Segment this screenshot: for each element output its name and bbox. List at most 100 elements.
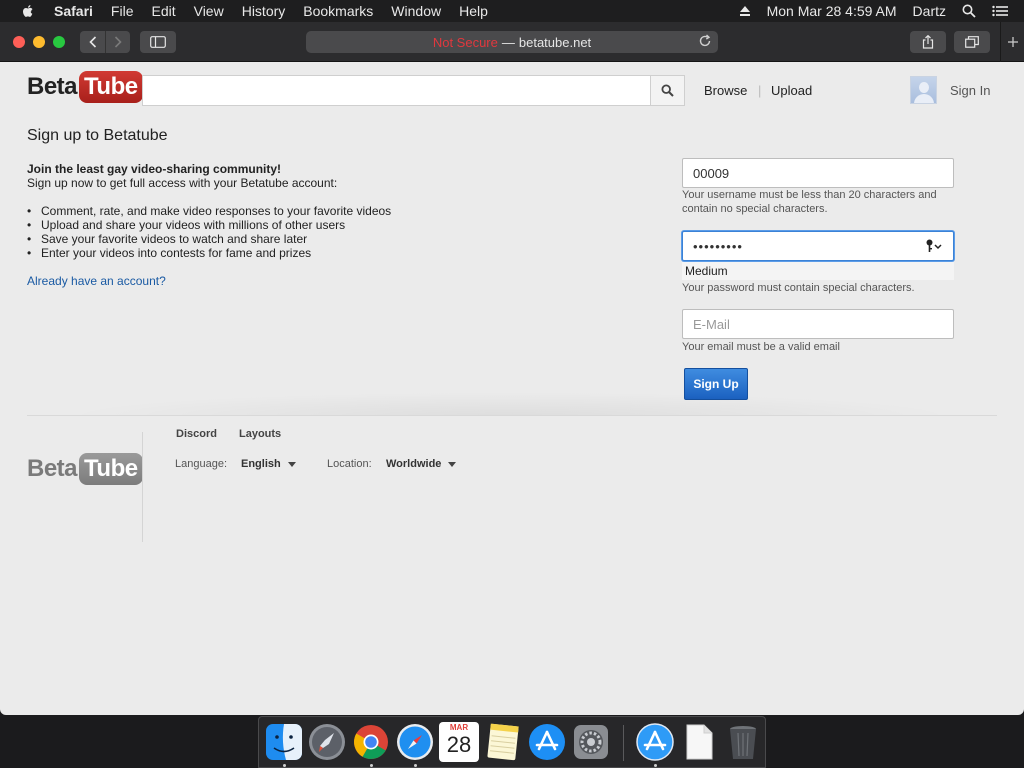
running-indicator — [654, 764, 657, 767]
forward-button[interactable] — [105, 31, 130, 53]
fullscreen-window-button[interactable] — [53, 36, 65, 48]
app-store-icon[interactable] — [527, 722, 567, 762]
menu-history[interactable]: History — [242, 0, 286, 22]
password-strength-indicator: Medium — [682, 262, 954, 280]
logo-beta-text: Beta — [27, 73, 78, 100]
menubar-user[interactable]: Dartz — [913, 3, 946, 19]
list-item: Save your favorite videos to watch and s… — [27, 232, 391, 246]
username-hint: Your username must be less than 20 chara… — [682, 189, 937, 215]
logo-tube-text: Tube — [79, 71, 143, 103]
browse-link[interactable]: Browse — [704, 83, 747, 98]
tab-overview-icon — [965, 36, 979, 48]
document-icon[interactable] — [679, 722, 719, 762]
not-secure-label: Not Secure — [432, 34, 498, 50]
menubar-clock[interactable]: Mon Mar 28 4:59 AM — [767, 3, 897, 19]
menu-window[interactable]: Window — [391, 0, 441, 22]
trash-icon[interactable] — [723, 722, 763, 762]
footer-logo-tube-text: Tube — [79, 453, 143, 485]
running-indicator — [370, 764, 373, 767]
footer-vertical-divider — [142, 432, 143, 542]
upload-link[interactable]: Upload — [771, 83, 812, 98]
dock: MAR 28 — [258, 716, 766, 768]
username-field[interactable] — [682, 158, 954, 188]
chevron-down-icon — [448, 461, 457, 467]
discord-link[interactable]: Discord — [176, 428, 217, 440]
eject-icon[interactable] — [739, 5, 751, 17]
sidebar-icon — [150, 36, 166, 48]
apple-logo-icon[interactable] — [20, 3, 36, 19]
share-icon — [922, 35, 934, 49]
list-item: Enter your videos into contests for fame… — [27, 246, 391, 260]
email-field[interactable] — [682, 309, 954, 339]
safari-icon[interactable] — [395, 722, 435, 762]
launchpad-icon[interactable] — [307, 722, 347, 762]
share-button[interactable] — [910, 31, 946, 53]
sidebar-toggle-button[interactable] — [140, 31, 176, 53]
search-button[interactable] — [650, 75, 685, 106]
location-value: Worldwide — [386, 458, 442, 470]
notes-icon[interactable] — [483, 722, 523, 762]
footer-divider — [27, 415, 997, 416]
list-item: Comment, rate, and make video responses … — [27, 204, 391, 218]
sign-in-link[interactable]: Sign In — [950, 83, 990, 98]
location-label: Location: — [327, 458, 372, 470]
intro-heading: Join the least gay video-sharing communi… — [27, 162, 282, 176]
chevron-down-icon — [287, 461, 296, 467]
chrome-icon[interactable] — [351, 722, 391, 762]
back-button[interactable] — [80, 31, 105, 53]
running-indicator — [414, 764, 417, 767]
browser-toolbar: Not Secure — betatube.net — [0, 22, 1024, 62]
system-preferences-icon[interactable] — [571, 722, 611, 762]
address-domain: betatube.net — [518, 34, 592, 50]
search-icon — [661, 84, 674, 97]
show-tabs-button[interactable] — [954, 31, 990, 53]
avatar-head — [919, 82, 929, 93]
minimize-window-button[interactable] — [33, 36, 45, 48]
plus-icon — [1007, 37, 1018, 47]
email-hint: Your email must be a valid email — [682, 341, 840, 353]
intro-text: Sign up now to get full access with your… — [27, 176, 338, 190]
menu-safari[interactable]: Safari — [54, 0, 93, 22]
nav-separator: | — [758, 83, 762, 98]
reload-icon[interactable] — [698, 34, 712, 48]
layouts-link[interactable]: Layouts — [239, 428, 281, 440]
web-page: Beta Tube Browse | Upload Sign In Sign u… — [0, 62, 1024, 715]
section-shadow — [60, 392, 960, 416]
dock-separator — [623, 725, 624, 761]
language-select[interactable]: English — [241, 458, 296, 470]
menu-view[interactable]: View — [194, 0, 224, 22]
close-window-button[interactable] — [13, 36, 25, 48]
new-tab-button[interactable] — [1000, 22, 1024, 62]
avatar-shoulders — [914, 94, 934, 103]
menu-edit[interactable]: Edit — [151, 0, 175, 22]
footer-logo-beta-text: Beta — [27, 455, 78, 482]
calendar-month: MAR — [449, 723, 469, 732]
location-select[interactable]: Worldwide — [386, 458, 457, 470]
menu-bookmarks[interactable]: Bookmarks — [303, 0, 373, 22]
password-field[interactable] — [682, 231, 954, 261]
spotlight-search-icon[interactable] — [962, 4, 976, 18]
password-hint: Your password must contain special chara… — [682, 282, 915, 294]
navigation-buttons — [80, 31, 130, 53]
finder-icon[interactable] — [264, 722, 304, 762]
menu-file[interactable]: File — [111, 0, 134, 22]
address-bar[interactable]: Not Secure — betatube.net — [306, 31, 718, 53]
language-value: English — [241, 458, 281, 470]
list-item: Upload and share your videos with millio… — [27, 218, 391, 232]
chevron-left-icon — [88, 36, 96, 48]
search-input[interactable] — [142, 75, 650, 106]
betatube-logo[interactable]: Beta Tube — [27, 71, 143, 103]
calendar-icon[interactable]: MAR 28 — [439, 722, 479, 762]
app-store-download-icon[interactable] — [635, 722, 675, 762]
avatar[interactable] — [910, 76, 937, 104]
address-separator: — — [501, 34, 515, 50]
already-have-account-link[interactable]: Already have an account? — [27, 274, 166, 288]
page-title: Sign up to Betatube — [27, 127, 168, 144]
menu-help[interactable]: Help — [459, 0, 488, 22]
running-indicator — [283, 764, 286, 767]
calendar-day: 28 — [446, 732, 472, 757]
notification-center-icon[interactable] — [992, 5, 1008, 17]
password-key-icon[interactable] — [925, 238, 943, 254]
footer-logo[interactable]: Beta Tube — [27, 453, 143, 485]
menu-bar: Safari File Edit View History Bookmarks … — [0, 0, 1024, 22]
